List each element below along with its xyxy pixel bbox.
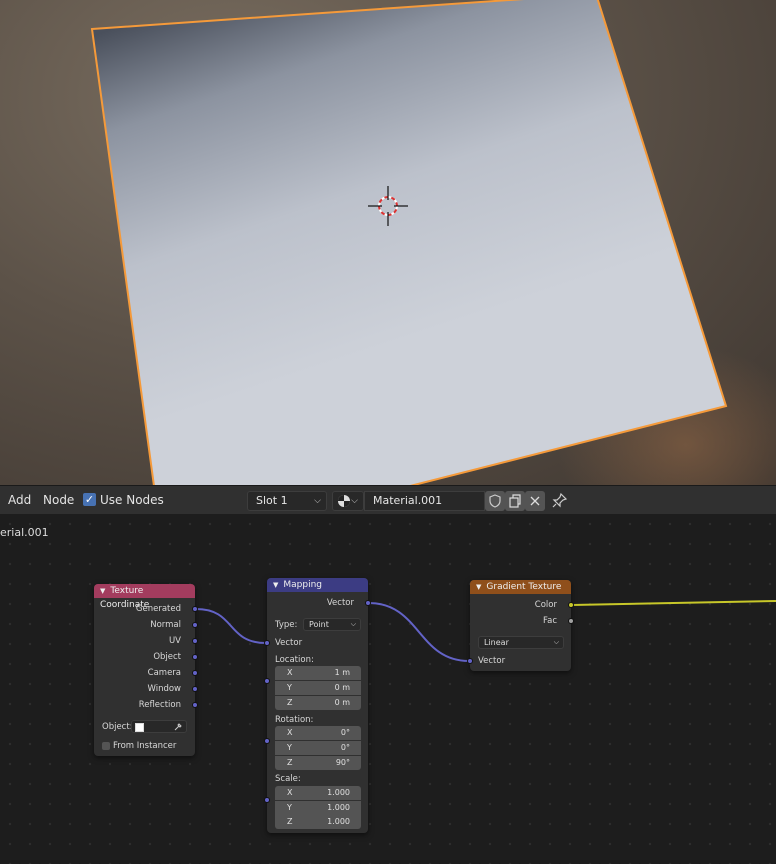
axis-label: Z (287, 817, 293, 826)
from-instancer-checkbox[interactable] (102, 742, 110, 750)
socket-fac[interactable] (568, 618, 574, 624)
link-color-output (571, 600, 776, 606)
socket-scale[interactable] (264, 797, 270, 803)
object-icon (135, 723, 144, 732)
location-x-field[interactable]: X 1 m (275, 666, 361, 680)
socket-camera[interactable] (192, 670, 198, 676)
rotation-y-field[interactable]: Y 0° (275, 741, 361, 755)
rotation-x-field[interactable]: X 0° (275, 726, 361, 740)
from-instancer-label: From Instancer (113, 741, 177, 751)
scale-y-field[interactable]: Y 1.000 (275, 801, 361, 815)
socket-window[interactable] (192, 686, 198, 692)
mapping-node[interactable]: ▼ Mapping Vector Type: Point ⌵ Vector Loca… (264, 578, 371, 833)
axis-label: X (287, 788, 293, 797)
axis-label: Z (287, 698, 293, 707)
output-uv: UV (168, 636, 181, 646)
socket-reflection[interactable] (192, 702, 198, 708)
link-vector-to-gradient (368, 602, 470, 662)
socket-object[interactable] (192, 654, 198, 660)
socket-normal[interactable] (192, 622, 198, 628)
scale-z-field[interactable]: Z 1.000 (275, 815, 361, 829)
socket-generated[interactable] (192, 606, 198, 612)
node-title: Mapping (283, 580, 323, 590)
node-title: Gradient Texture (486, 582, 562, 592)
gradient-texture-node[interactable]: ▼ Gradient Texture Color Fac Linear ⌵ Vect… (467, 580, 574, 671)
axis-label: Y (287, 683, 292, 692)
output-normal: Normal (150, 620, 181, 630)
eyedropper-icon[interactable] (173, 722, 183, 732)
scale-x-field[interactable]: X 1.000 (275, 786, 361, 800)
object-picker-field[interactable] (131, 720, 187, 733)
socket-rotation[interactable] (264, 738, 270, 744)
gradient-type-dropdown[interactable]: Linear ⌵ (478, 636, 564, 649)
location-z-field[interactable]: Z 0 m (275, 696, 361, 710)
node-header[interactable]: ▼ Mapping (267, 578, 368, 592)
collapse-icon[interactable]: ▼ (273, 581, 278, 589)
field-value: 0 m (334, 698, 350, 707)
node-header[interactable]: ▼ Gradient Texture (470, 580, 571, 594)
output-fac: Fac (543, 616, 557, 626)
collapse-icon[interactable]: ▼ (100, 587, 105, 595)
axis-label: Y (287, 743, 292, 752)
output-object: Object (153, 652, 181, 662)
collapse-icon[interactable]: ▼ (476, 583, 481, 591)
rotation-z-field[interactable]: Z 90° (275, 756, 361, 770)
field-value: 0° (340, 743, 350, 752)
output-generated: Generated (135, 604, 181, 614)
output-camera: Camera (147, 668, 181, 678)
socket-color[interactable] (568, 602, 574, 608)
field-value: 1.000 (327, 803, 350, 812)
socket-location[interactable] (264, 678, 270, 684)
socket-uv[interactable] (192, 638, 198, 644)
axis-label: Z (287, 758, 293, 767)
gradient-type-value: Linear (484, 638, 509, 647)
type-label: Type: (275, 620, 298, 630)
texture-coordinate-node[interactable]: ▼ Texture Coordinate Generated Normal UV … (94, 584, 198, 756)
socket-input-vector[interactable] (467, 658, 473, 664)
field-value: 1.000 (327, 817, 350, 826)
type-value: Point (309, 620, 329, 629)
location-y-field[interactable]: Y 0 m (275, 681, 361, 695)
field-value: 1.000 (327, 788, 350, 797)
location-label: Location: (275, 655, 314, 665)
chevron-down-icon: ⌵ (553, 638, 559, 646)
field-value: 90° (335, 758, 350, 767)
field-value: 0° (340, 728, 350, 737)
output-reflection: Reflection (138, 700, 181, 710)
field-value: 0 m (334, 683, 350, 692)
input-vector-label: Vector (478, 656, 506, 666)
object-label: Object: (102, 722, 133, 732)
axis-label: X (287, 728, 293, 737)
chevron-down-icon: ⌵ (350, 620, 356, 628)
rotation-label: Rotation: (275, 715, 314, 725)
output-window: Window (147, 684, 181, 694)
scale-label: Scale: (275, 774, 301, 784)
node-header[interactable]: ▼ Texture Coordinate (94, 584, 195, 610)
type-dropdown[interactable]: Point ⌵ (303, 618, 361, 631)
output-color: Color (534, 600, 557, 610)
field-value: 1 m (334, 668, 350, 677)
socket-input-vector[interactable] (264, 640, 270, 646)
output-vector: Vector (326, 598, 354, 608)
socket-output-vector[interactable] (365, 600, 371, 606)
input-vector-label: Vector (275, 638, 303, 648)
axis-label: Y (287, 803, 292, 812)
link-generated-to-vector (195, 608, 267, 644)
axis-label: X (287, 668, 293, 677)
